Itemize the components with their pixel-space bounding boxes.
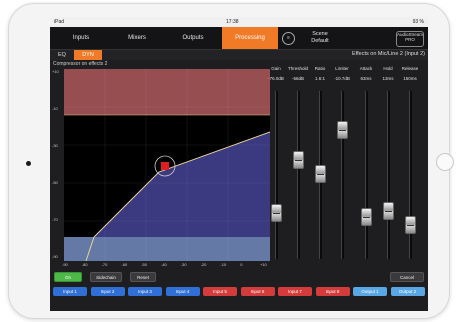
io-button-input-2[interactable]: Input 2 [90, 287, 125, 296]
fader-track-release[interactable] [409, 91, 412, 259]
status-battery: 93 % [412, 19, 424, 25]
param-value-release: 150ms [403, 76, 417, 81]
fader-track-limiter[interactable] [341, 91, 344, 259]
status-device: iPad [54, 19, 65, 25]
tab-inputs[interactable]: Inputs [54, 27, 108, 49]
tab-outputs[interactable]: Outputs [166, 27, 220, 49]
io-button-input-6[interactable]: Input 6 [240, 287, 275, 296]
dynamics-faders [50, 87, 428, 265]
fader-track-gain[interactable] [275, 91, 278, 259]
io-button-input-4[interactable]: Input 4 [165, 287, 200, 296]
app-screen: iPad 17:38 93 % Inputs Mixers Outputs Pr… [50, 17, 428, 311]
home-button[interactable] [436, 153, 454, 171]
io-selector-row: Input 1 Input 2 Input 3 Input 4 Input 5 Input… [50, 286, 428, 298]
logo-subtext: PRO [405, 37, 415, 42]
scene-icon[interactable]: ≡ [282, 32, 295, 45]
fader-knob-attack[interactable] [360, 208, 372, 226]
scene-name: Default [311, 38, 329, 44]
io-button-input-5[interactable]: Input 5 [203, 287, 237, 296]
io-button-output-2[interactable]: Output 2 [390, 287, 425, 296]
fader-knob-ratio[interactable] [314, 164, 326, 183]
io-button-input-8[interactable]: Input 8 [315, 287, 350, 296]
status-bar: iPad 17:38 93 % [50, 17, 428, 27]
fader-knob-release[interactable] [404, 215, 416, 234]
fader-track-attack[interactable] [365, 91, 368, 259]
status-time: 17:38 [226, 19, 239, 25]
io-button-input-3[interactable]: Input 3 [128, 287, 162, 296]
brand-logo: AudioStream PRO [396, 31, 424, 47]
on-button[interactable]: On [54, 272, 82, 282]
effects-title: Effects on Mic/Line 2 (Input 2) [352, 51, 425, 57]
cancel-button[interactable]: Cancel [390, 272, 424, 282]
subtab-eq[interactable]: EQ [52, 50, 72, 60]
fader-knob-threshold[interactable] [292, 151, 304, 169]
scene-selector[interactable]: Scene Default [300, 31, 340, 45]
io-button-output-1[interactable]: Output 1 [353, 287, 387, 296]
main-tab-bar: Inputs Mixers Outputs Processing ≡ Scene… [50, 27, 428, 50]
tab-mixers[interactable]: Mixers [110, 27, 164, 49]
scene-label: Scene [312, 31, 328, 37]
sidechain-button[interactable]: Sidechain [90, 272, 122, 282]
tab-processing[interactable]: Processing [222, 27, 278, 49]
fader-track-threshold[interactable] [297, 91, 300, 259]
dynamics-parameters-header: Gain -76.0dB Threshold -56dB Ratio 1.6:1 Limit… [50, 66, 428, 86]
subtab-dyn[interactable]: DYN [74, 50, 102, 60]
processing-subtabs: EQ DYN Effects on Mic/Line 2 (Input 2) [50, 50, 428, 60]
fader-track-hold[interactable] [387, 91, 390, 259]
fader-knob-hold[interactable] [382, 202, 394, 220]
dynamics-controls: On Sidechain Reset Cancel [50, 270, 428, 284]
front-camera [26, 161, 31, 166]
io-button-input-1[interactable]: Input 1 [53, 287, 87, 296]
fader-knob-gain[interactable] [270, 203, 282, 222]
param-header-release: Release [401, 66, 419, 71]
reset-button[interactable]: Reset [130, 272, 156, 282]
io-button-input-7[interactable]: Input 7 [278, 287, 312, 296]
fader-knob-limiter[interactable] [336, 121, 348, 139]
ipad-device: iPad 17:38 93 % Inputs Mixers Outputs Pr… [8, 3, 454, 319]
